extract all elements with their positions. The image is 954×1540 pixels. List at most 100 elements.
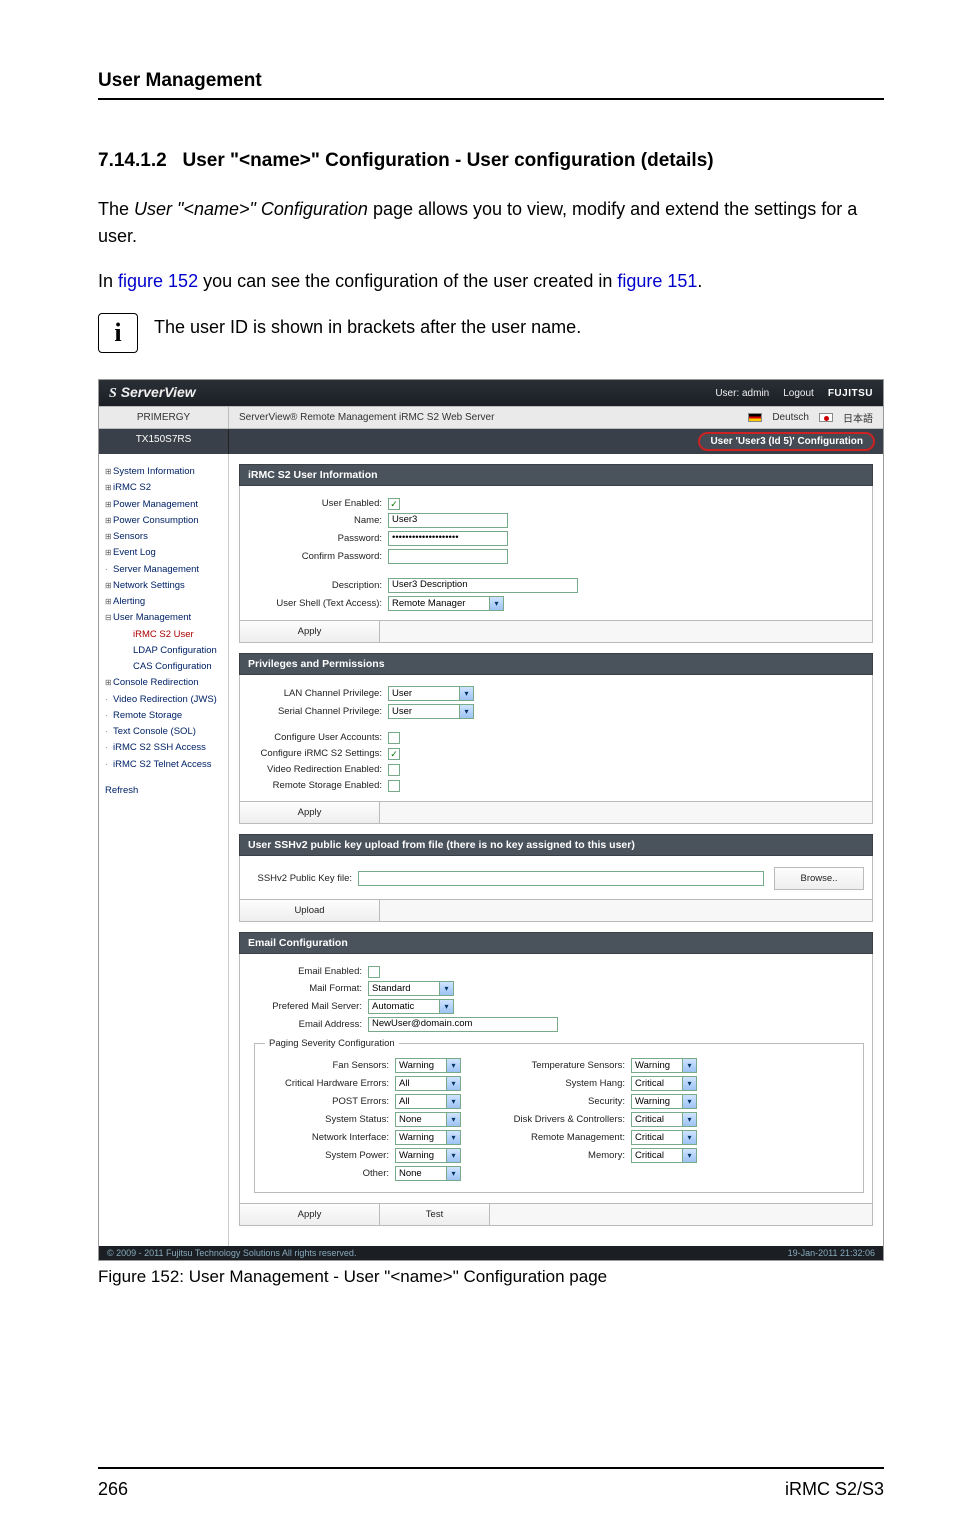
input-ssh-file[interactable] <box>358 871 764 886</box>
nav-item[interactable]: ·iRMC S2 Telnet Access <box>105 757 224 773</box>
user-label: User: admin <box>715 388 769 399</box>
dropdown-value: Warning <box>632 1096 682 1107</box>
input-confirm-password[interactable] <box>388 549 508 564</box>
dropdown-severity[interactable]: Warning▾ <box>395 1058 461 1073</box>
browse-button[interactable]: Browse.. <box>774 867 864 890</box>
label-description: Description: <box>248 580 388 591</box>
input-description[interactable]: User3 Description <box>388 578 578 593</box>
nav-item[interactable]: ·Text Console (SOL) <box>105 724 224 740</box>
nav-label: Remote Storage <box>113 710 182 721</box>
copyright-text: © 2009 - 2011 Fujitsu Technology Solutio… <box>107 1248 356 1258</box>
nav-item[interactable]: ⊞Console Redirection <box>105 675 224 691</box>
nav-label: User Management <box>113 612 191 623</box>
checkbox-user-enabled[interactable]: ✓ <box>388 498 400 510</box>
nav-label: CAS Configuration <box>133 661 212 672</box>
input-password[interactable]: •••••••••••••••••••• <box>388 531 508 546</box>
dropdown-shell[interactable]: Remote Manager▾ <box>388 596 504 611</box>
nav-item[interactable]: ⊞Power Consumption <box>105 513 224 529</box>
dropdown-severity[interactable]: All▾ <box>395 1094 461 1109</box>
nav-item[interactable]: ·Remote Storage <box>105 708 224 724</box>
panel-body-priv: LAN Channel Privilege: User▾ Serial Chan… <box>239 675 873 802</box>
apply-button-email[interactable]: Apply <box>240 1204 380 1225</box>
checkbox-cfg-users[interactable] <box>388 732 400 744</box>
dropdown-severity[interactable]: Warning▾ <box>631 1058 697 1073</box>
checkbox-rse[interactable] <box>388 780 400 792</box>
label-serial-priv: Serial Channel Privilege: <box>248 706 388 717</box>
nav-item[interactable]: ⊞Sensors <box>105 529 224 545</box>
btnrow-priv: Apply <box>239 801 873 824</box>
nav-refresh[interactable]: Refresh <box>105 783 224 799</box>
dropdown-severity[interactable]: Critical▾ <box>631 1112 697 1127</box>
tree-icon: ⊞ <box>105 499 113 511</box>
checkbox-vre[interactable] <box>388 764 400 776</box>
nav-item[interactable]: ·Video Redirection (JWS) <box>105 692 224 708</box>
dropdown-severity[interactable]: Critical▾ <box>631 1076 697 1091</box>
tree-icon: ⊞ <box>105 531 113 543</box>
figure-link-152[interactable]: figure 152 <box>118 271 198 291</box>
tree-icon: ⊞ <box>105 466 113 478</box>
flag-jp-icon <box>819 413 833 422</box>
input-name[interactable]: User3 <box>388 513 508 528</box>
dropdown-severity[interactable]: Warning▾ <box>395 1130 461 1145</box>
nav-label: iRMC S2 SSH Access <box>113 742 206 753</box>
dropdown-severity[interactable]: Critical▾ <box>631 1148 697 1163</box>
checkbox-email-enabled[interactable] <box>368 966 380 978</box>
apply-button-priv[interactable]: Apply <box>240 802 380 823</box>
dropdown-severity[interactable]: All▾ <box>395 1076 461 1091</box>
dropdown-lan-priv[interactable]: User▾ <box>388 686 474 701</box>
serverview-logo: S ServerView <box>109 384 196 402</box>
page-context-pill: User 'User3 (Id 5)' Configuration <box>698 432 875 451</box>
dropdown-severity[interactable]: None▾ <box>395 1166 461 1181</box>
upload-button[interactable]: Upload <box>240 900 380 921</box>
dropdown-mail-server[interactable]: Automatic▾ <box>368 999 454 1014</box>
dropdown-value: Critical <box>632 1114 682 1125</box>
nav-item[interactable]: ⊞Event Log <box>105 545 224 561</box>
nav-item[interactable]: ⊞System Information <box>105 464 224 480</box>
text: you can see the configuration of the use… <box>198 271 617 291</box>
nav-item[interactable]: ⊞Network Settings <box>105 578 224 594</box>
input-email-addr[interactable]: NewUser@domain.com <box>368 1017 558 1032</box>
logout-link[interactable]: Logout <box>783 388 814 399</box>
chevron-down-icon: ▾ <box>682 1131 696 1144</box>
dropdown-value: All <box>396 1078 446 1089</box>
dropdown-mail-format[interactable]: Standard▾ <box>368 981 454 996</box>
section-title: User "<name>" Configuration - User confi… <box>183 150 714 171</box>
context-bar: TX150S7RS User 'User3 (Id 5)' Configurat… <box>99 429 883 454</box>
nav-item[interactable]: CAS Configuration <box>105 659 224 675</box>
tree-icon: ⊞ <box>105 677 113 689</box>
test-button-email[interactable]: Test <box>380 1204 490 1225</box>
figure-link-151[interactable]: figure 151 <box>617 271 697 291</box>
nav-item[interactable]: ⊞iRMC S2 <box>105 480 224 496</box>
nav-item[interactable]: ·Server Management <box>105 562 224 578</box>
nav-item[interactable]: ⊟User Management <box>105 610 224 626</box>
lang-de[interactable]: Deutsch <box>772 412 809 423</box>
dropdown-severity[interactable]: None▾ <box>395 1112 461 1127</box>
dropdown-serial-priv[interactable]: User▾ <box>388 704 474 719</box>
tree-icon: ⊞ <box>105 515 113 527</box>
label-vre: Video Redirection Enabled: <box>248 764 388 775</box>
panel-body-ssh: SSHv2 Public Key file: Browse.. <box>239 856 873 900</box>
label-user-enabled: User Enabled: <box>248 498 388 509</box>
nav-label: Console Redirection <box>113 677 199 688</box>
panel-head-userinfo: iRMC S2 User Information <box>239 464 873 486</box>
dropdown-severity[interactable]: Warning▾ <box>631 1094 697 1109</box>
chevron-down-icon: ▾ <box>489 597 503 610</box>
nav-item[interactable]: ⊞Power Management <box>105 497 224 513</box>
nav-label: iRMC S2 <box>113 482 151 493</box>
chevron-down-icon: ▾ <box>682 1095 696 1108</box>
nav-item[interactable]: ⊞Alerting <box>105 594 224 610</box>
dropdown-severity[interactable]: Critical▾ <box>631 1130 697 1145</box>
checkbox-cfg-irmc[interactable]: ✓ <box>388 748 400 760</box>
nav-item[interactable]: iRMC S2 User <box>105 627 224 643</box>
nav-item[interactable]: ·iRMC S2 SSH Access <box>105 740 224 756</box>
nav-label: Event Log <box>113 547 156 558</box>
chevron-down-icon: ▾ <box>446 1149 460 1162</box>
apply-button-userinfo[interactable]: Apply <box>240 621 380 642</box>
nav-item[interactable]: LDAP Configuration <box>105 643 224 659</box>
lang-jp[interactable]: 日本語 <box>843 410 873 425</box>
italic-ref: User "<name>" Configuration <box>134 199 368 219</box>
dropdown-value: Warning <box>632 1060 682 1071</box>
nav-label: Text Console (SOL) <box>113 726 196 737</box>
tree-icon: · <box>105 564 113 576</box>
dropdown-severity[interactable]: Warning▾ <box>395 1148 461 1163</box>
